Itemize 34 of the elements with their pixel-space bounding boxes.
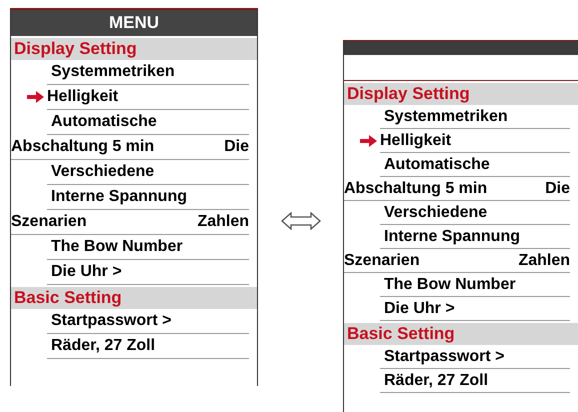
menu-item[interactable]: Systemmetriken: [384, 104, 508, 128]
menu-item[interactable]: Abschaltung 5 min: [344, 176, 488, 200]
section-header: Basic Setting: [347, 323, 455, 346]
menu-item[interactable]: The Bow Number: [51, 235, 183, 259]
arrow-icon: [360, 134, 377, 146]
section-header: Display Setting: [14, 38, 137, 60]
menu-item[interactable]: Interne Spannung: [384, 224, 520, 248]
menu-item[interactable]: Helligkeit: [360, 128, 452, 152]
menu-item[interactable]: Szenarien: [11, 210, 87, 234]
menu-item[interactable]: Die: [224, 135, 249, 159]
menu-item[interactable]: Systemmetriken: [51, 60, 175, 84]
menu-item[interactable]: Helligkeit: [27, 85, 118, 109]
menu-item[interactable]: Zahlen: [197, 210, 249, 234]
double-arrow-icon: [280, 212, 320, 230]
section-header: Basic Setting: [14, 287, 122, 310]
menu-item[interactable]: Räder, 27 Zoll: [51, 334, 156, 358]
menu-item[interactable]: Automatische: [384, 152, 490, 176]
menu-item[interactable]: Verschiedene: [384, 200, 488, 224]
menu-item[interactable]: The Bow Number: [384, 272, 516, 296]
menu-item[interactable]: Startpasswort >: [384, 344, 504, 368]
menu-item[interactable]: Die: [545, 176, 570, 200]
menu-item[interactable]: Die Uhr >: [51, 260, 122, 284]
menu-item[interactable]: Räder, 27 Zoll: [384, 368, 488, 392]
menu-item[interactable]: Startpasswort >: [51, 309, 172, 333]
arrow-icon: [27, 91, 44, 103]
menu-item[interactable]: Verschiedene: [51, 160, 154, 184]
menu-item[interactable]: Interne Spannung: [51, 185, 187, 209]
menu-item[interactable]: Automatische: [51, 110, 157, 134]
menu-item[interactable]: Die Uhr >: [384, 296, 455, 320]
menu-item[interactable]: Szenarien: [344, 248, 420, 272]
menu-title: MENU: [108, 12, 160, 34]
section-header: Display Setting: [347, 83, 470, 106]
menu-item[interactable]: Abschaltung 5 min: [11, 135, 154, 159]
menu-item[interactable]: Zahlen: [518, 248, 570, 272]
